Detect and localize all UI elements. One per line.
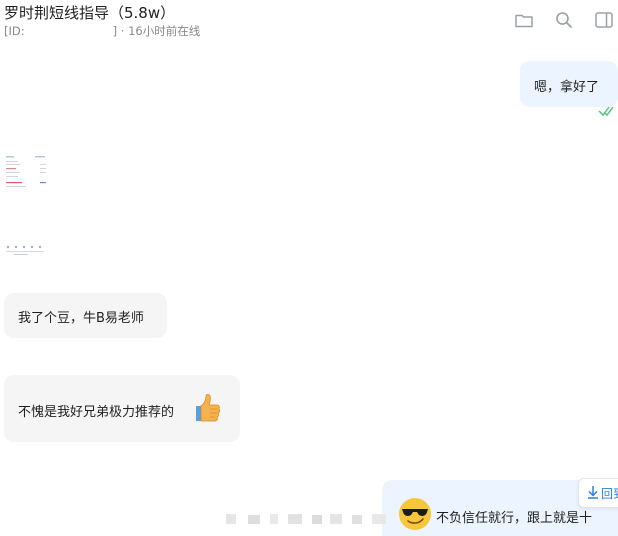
folder-icon[interactable] (514, 10, 534, 30)
incoming-message[interactable]: 我了个豆，牛B易老师 (4, 293, 167, 338)
message-text: 嗯，拿好了 (534, 80, 600, 95)
outgoing-message[interactable]: 嗯，拿好了 (520, 61, 618, 107)
thumbs-up-emoji-icon (190, 392, 222, 424)
sunglasses-emoji-icon (398, 497, 432, 531)
blurred-overlay (222, 508, 398, 528)
search-icon[interactable] (554, 10, 574, 30)
jump-to-latest-button[interactable]: 回到 (578, 478, 618, 508)
image-message-thumbnail-small[interactable] (4, 242, 46, 256)
message-text: 不愧是我好兄弟极力推荐的 (18, 405, 175, 420)
download-arrow-icon (587, 485, 599, 502)
image-message-thumbnail[interactable] (4, 154, 48, 190)
message-text: 不负信任就行，跟上就是十 (436, 511, 593, 526)
chat-header: 罗时荆短线指导（5.8w） [ID: ] · 16小时前在线 (0, 0, 618, 44)
double-check-icon (598, 104, 618, 118)
user-id-prefix: [ID: (4, 24, 25, 38)
chat-subtitle: [ID: ] · 16小时前在线 (4, 23, 200, 39)
chat-title: 罗时荆短线指导（5.8w） (4, 4, 176, 22)
online-status: ] · 16小时前在线 (112, 24, 201, 38)
message-text: 我了个豆，牛B易老师 (18, 311, 144, 326)
jump-to-latest-label: 回到 (601, 487, 618, 501)
sidebar-toggle-icon[interactable] (594, 10, 614, 30)
